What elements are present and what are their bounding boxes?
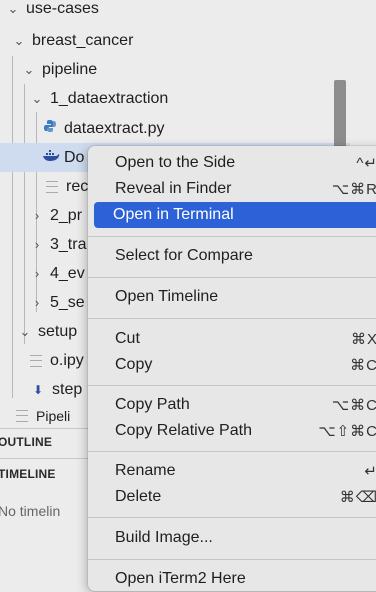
tree-item-label: o.ipy [50,351,84,369]
menu-item-shortcut: ⌘C [350,357,376,374]
menu-item-shortcut: ^↵ [356,155,376,172]
outline-section-header[interactable]: OUTLINE [0,429,52,455]
tree-item-dataextract-py[interactable]: dataextract.py [0,114,350,143]
menu-item-select-for-compare[interactable]: Select for Compare [96,243,376,269]
menu-separator [88,517,376,518]
text-file-icon [30,354,42,367]
context-menu: Open to the Side ^↵ Reveal in Finder ⌥⌘R… [88,146,376,591]
menu-separator [88,236,376,237]
menu-item-shortcut: ⌘⌫ [339,489,376,506]
menu-separator [88,451,376,452]
menu-item-shortcut: ⌥⇧⌘C [318,423,376,440]
python-file-icon [42,119,58,138]
tree-item-label: step [52,380,83,398]
tree-item-label: setup [38,322,78,340]
docker-icon [42,149,60,167]
menu-item-open-timeline[interactable]: Open Timeline [96,284,376,310]
menu-item-label: Select for Compare [115,247,253,264]
tree-item-label: 2_pr [50,206,83,224]
menu-item-rename[interactable]: Rename ↵ [96,458,376,484]
menu-item-label: Open iTerm2 Here [115,570,246,587]
tree-item-label: dataextract.py [64,119,165,137]
tree-item-label: use-cases [26,0,99,17]
timeline-empty-text: No timelin [0,503,61,519]
menu-item-copy-path[interactable]: Copy Path ⌥⌘C [96,392,376,418]
tree-item-label: pipeline [42,60,98,78]
tree-item-label: rec [66,177,89,195]
menu-separator [88,385,376,386]
menu-item-label: Rename [115,462,176,479]
tree-item-label: 3_tra [50,235,87,253]
menu-item-label: Delete [115,488,162,505]
menu-item-label: Copy [115,356,153,373]
chevron-down-icon: ⌄ [31,90,43,106]
download-arrow-icon: ⬇ [32,382,44,397]
tree-item-label: 1_dataextraction [50,89,169,107]
text-file-icon [46,180,58,193]
menu-item-label: Reveal in Finder [115,180,232,197]
menu-item-build-image[interactable]: Build Image... [96,525,376,551]
tree-item-label: 5_se [50,293,85,311]
timeline-section-header[interactable]: TIMELINE [0,461,56,487]
menu-item-reveal-in-finder[interactable]: Reveal in Finder ⌥⌘R [96,176,376,202]
chevron-down-icon: ⌄ [19,323,31,339]
menu-item-open-in-terminal[interactable]: Open in Terminal [94,202,376,228]
menu-item-label: Open in Terminal [113,206,234,223]
menu-item-label: Copy Path [115,396,190,413]
menu-item-label: Cut [115,330,140,347]
menu-item-label: Open Timeline [115,288,219,305]
menu-item-cut[interactable]: Cut ⌘X [96,326,376,352]
chevron-down-icon: ⌄ [13,32,25,48]
tree-item-label: Pipeli [36,408,71,424]
menu-separator [88,559,376,560]
chevron-right-icon: › [34,295,40,310]
tree-item-pipeline[interactable]: ⌄ pipeline [0,55,350,84]
menu-separator [88,318,376,319]
menu-item-shortcut: ⌥⌘C [331,397,376,414]
text-file-icon [16,410,28,422]
menu-item-copy-relative-path[interactable]: Copy Relative Path ⌥⇧⌘C [96,418,376,444]
tree-item-breast-cancer[interactable]: ⌄ breast_cancer [0,26,350,55]
tree-item-label: breast_cancer [32,31,134,49]
menu-item-shortcut: ⌘X [350,331,376,348]
menu-item-open-to-the-side[interactable]: Open to the Side ^↵ [96,150,376,176]
chevron-down-icon: ⌄ [7,0,19,16]
menu-separator [88,277,376,278]
menu-item-label: Open to the Side [115,154,236,171]
menu-item-label: Build Image... [115,529,213,546]
menu-item-copy[interactable]: Copy ⌘C [96,352,376,378]
tree-item-label: Do [64,148,85,166]
chevron-down-icon: ⌄ [23,61,35,77]
menu-item-shortcut: ↵ [364,463,376,480]
tree-item-use-cases[interactable]: ⌄ use-cases [0,0,350,23]
chevron-right-icon: › [34,208,40,223]
tree-item-label: 4_ev [50,264,85,282]
menu-item-shortcut: ⌥⌘R [331,181,376,198]
menu-item-delete[interactable]: Delete ⌘⌫ [96,484,376,510]
tree-item-1-dataextraction[interactable]: ⌄ 1_dataextraction [0,84,350,113]
menu-item-label: Copy Relative Path [115,422,252,439]
chevron-right-icon: › [34,237,40,252]
menu-item-open-iterm2-here[interactable]: Open iTerm2 Here [96,566,376,592]
chevron-right-icon: › [34,266,40,281]
